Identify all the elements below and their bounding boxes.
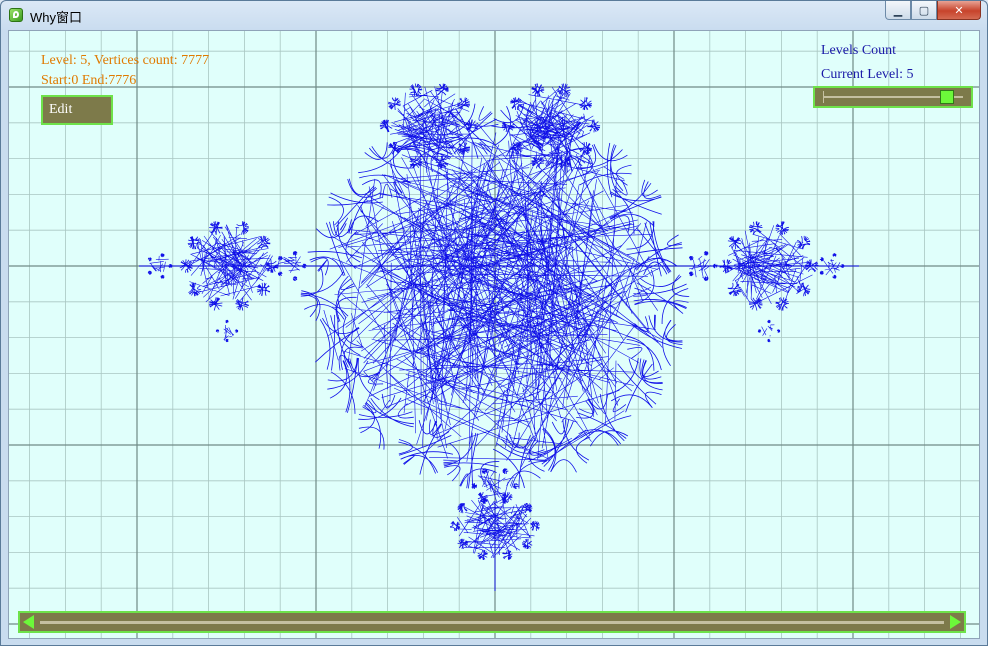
window-title: Why窗口: [30, 10, 83, 25]
minimize-button[interactable]: ▁: [885, 1, 911, 20]
canvas-area[interactable]: Level: 5, Vertices count: 7777 Start:0 E…: [8, 30, 980, 639]
left-arrow-icon[interactable]: [23, 615, 34, 629]
levels-count-label: Levels Count: [821, 43, 897, 58]
horizontal-scrollbar[interactable]: [18, 611, 966, 633]
maximize-button[interactable]: ▢: [911, 1, 937, 20]
close-button[interactable]: ✕: [937, 1, 981, 20]
edit-button[interactable]: Edit: [41, 95, 113, 125]
current-level-label: Current Level: 5: [821, 67, 914, 82]
title-bar[interactable]: Why窗口 ▁ ▢ ✕: [1, 1, 987, 29]
app-window: Why窗口 ▁ ▢ ✕ Level: 5, Vertices count: 77…: [0, 0, 988, 646]
right-arrow-icon[interactable]: [950, 615, 961, 629]
scrollbar-track: [40, 621, 944, 624]
level-info-text: Level: 5, Vertices count: 7777: [41, 53, 210, 68]
level-slider-thumb[interactable]: [940, 90, 955, 104]
app-icon: [9, 8, 23, 22]
range-info-text: Start:0 End:7776: [41, 73, 137, 88]
level-slider[interactable]: [813, 86, 973, 108]
window-controls: ▁ ▢ ✕: [885, 1, 981, 21]
fractal-drawing: [139, 83, 859, 591]
level-slider-tick: [823, 91, 824, 103]
